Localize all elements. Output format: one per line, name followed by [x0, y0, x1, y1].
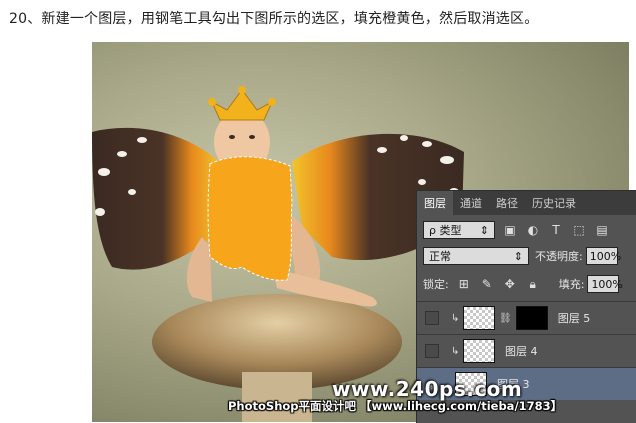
adjustment-filter-icon[interactable]: ◐	[525, 222, 541, 238]
image-filter-icon[interactable]: ▣	[502, 222, 518, 238]
chevron-updown-icon: ⇕	[479, 223, 489, 237]
tab-layers[interactable]: 图层	[417, 191, 453, 215]
tab-paths[interactable]: 路径	[489, 191, 525, 215]
visibility-toggle[interactable]	[425, 311, 439, 325]
lock-pixels-icon[interactable]: ⊞	[456, 276, 472, 292]
lock-row: 锁定: ⊞ ✎ ✥ 🔒︎ 填充: 100%	[417, 273, 636, 295]
layer-name: 图层 5	[557, 312, 591, 325]
smart-object-filter-icon[interactable]: ▤	[594, 222, 610, 238]
layer-thumbnail	[463, 306, 495, 330]
watermark-caption: PhotoShop平面设计吧 【www.lihecg.com/tieba/178…	[228, 399, 563, 413]
lock-brush-icon[interactable]: ✎	[479, 276, 495, 292]
layer-mask-thumbnail	[515, 306, 548, 330]
layer-name: 图层 4	[505, 345, 538, 358]
clipping-arrow-icon: ↳	[451, 345, 460, 357]
blend-row: 正常 ⇕ 不透明度: 100%	[417, 245, 636, 267]
lock-all-icon[interactable]: 🔒︎	[525, 276, 541, 292]
layer-thumbnail	[463, 339, 495, 363]
instruction-text: 20、新建一个图层，用钢笔工具勾出下图所示的选区，填充橙黄色，然后取消选区。	[9, 11, 539, 27]
link-chain-icon: ⛓	[499, 312, 512, 324]
layer-row-5[interactable]: ↳ ⛓ 图层 5	[417, 301, 636, 334]
opacity-field[interactable]: 100%	[585, 247, 621, 265]
panel-tabs: 图层 通道 路径 历史记录	[417, 191, 636, 215]
lock-move-icon[interactable]: ✥	[502, 276, 518, 292]
chevron-updown-icon: ⇕	[513, 249, 523, 263]
clipping-arrow-icon: ↳	[451, 312, 460, 324]
blend-mode-select[interactable]: 正常 ⇕	[423, 247, 529, 265]
filter-type-label: ρ 类型	[429, 224, 462, 237]
blend-mode-label: 正常	[429, 250, 451, 263]
filter-type-select[interactable]: ρ 类型 ⇕	[423, 221, 495, 239]
tab-history[interactable]: 历史记录	[525, 191, 583, 215]
visibility-toggle[interactable]	[425, 344, 439, 358]
fill-label: 填充:	[558, 278, 585, 291]
opacity-label: 不透明度:	[535, 250, 583, 263]
filled-selection	[207, 156, 293, 281]
shape-filter-icon[interactable]: ⬚	[571, 222, 587, 238]
lock-label: 锁定:	[423, 278, 449, 291]
crown	[210, 89, 274, 121]
layer-row-4[interactable]: ↳ 图层 4	[417, 334, 636, 367]
mushroom-stem	[242, 372, 312, 422]
type-filter-icon[interactable]: T	[548, 222, 564, 238]
fill-field[interactable]: 100%	[587, 275, 623, 293]
filter-row: ρ 类型 ⇕ ▣ ◐ T ⬚ ▤	[417, 219, 636, 241]
tab-channels[interactable]: 通道	[453, 191, 489, 215]
